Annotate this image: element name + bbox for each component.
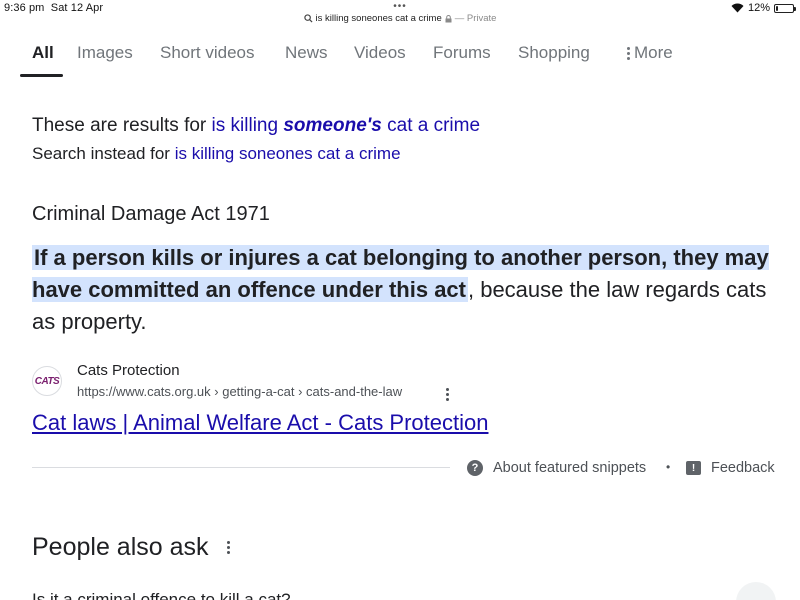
more-dots-icon[interactable]: •••: [0, 2, 800, 12]
battery-percent: 12%: [747, 2, 770, 14]
more-vert-icon: [627, 46, 630, 60]
status-bar: 9:36 pm Sat 12 Apr ••• is killing soneon…: [0, 0, 800, 30]
chevron-down-icon[interactable]: [736, 582, 776, 600]
tab-all[interactable]: All: [32, 43, 54, 63]
search-instead: Search instead for is killing soneones c…: [32, 144, 401, 164]
paa-menu-icon[interactable]: [226, 541, 230, 554]
result-title-link[interactable]: Cat laws | Animal Welfare Act - Cats Pro…: [32, 410, 488, 436]
tab-short-videos[interactable]: Short videos: [160, 43, 255, 63]
search-instead-prefix: Search instead for: [32, 144, 170, 163]
paa-question[interactable]: Is it a criminal offence to kill a cat?: [32, 590, 291, 600]
tab-more-label: More: [634, 43, 673, 62]
lock-icon: [445, 14, 452, 22]
people-also-ask-heading: People also ask: [32, 533, 230, 562]
corrected-query-link[interactable]: is killing someone's cat a crime: [212, 115, 481, 136]
correction-prefix: These are results for: [32, 115, 207, 136]
search-icon: [303, 14, 313, 23]
search-tabs: All Images Short videos News Videos Foru…: [0, 40, 800, 78]
source-url: https://www.cats.org.uk › getting-a-cat …: [77, 384, 403, 399]
tab-news[interactable]: News: [285, 43, 328, 63]
active-tab-indicator: [20, 74, 63, 77]
tab-videos[interactable]: Videos: [354, 43, 406, 63]
battery-level: [776, 5, 778, 11]
spelling-correction: These are results for is killing someone…: [32, 115, 480, 137]
feedback-label: Feedback: [711, 460, 775, 476]
paa-title: People also ask: [32, 533, 209, 561]
result-menu-icon[interactable]: [446, 388, 449, 401]
help-icon: ?: [467, 460, 483, 476]
tab-forums[interactable]: Forums: [433, 43, 491, 63]
address-bar[interactable]: is killing soneones cat a crime — Privat…: [303, 13, 497, 24]
about-featured-snippets[interactable]: ? About featured snippets: [467, 460, 646, 476]
cats-protection-logo: CATS: [32, 366, 62, 396]
about-label: About featured snippets: [493, 460, 647, 476]
battery-icon: [774, 3, 796, 13]
tab-images[interactable]: Images: [77, 43, 133, 63]
address-bar-text: is killing soneones cat a crime: [315, 13, 442, 24]
wifi-icon: [731, 3, 744, 13]
original-query-link[interactable]: is killing soneones cat a crime: [175, 144, 401, 163]
divider: [32, 467, 450, 468]
source-name: Cats Protection: [77, 362, 180, 379]
footer-separator: •: [666, 460, 671, 474]
snippet-text: If a person kills or injures a cat belon…: [32, 242, 780, 338]
private-label: — Private: [454, 13, 497, 24]
tab-shopping[interactable]: Shopping: [518, 43, 590, 63]
snippet-heading: Criminal Damage Act 1971: [32, 203, 270, 225]
snippet-source[interactable]: CATS Cats Protection https://www.cats.or…: [32, 362, 472, 404]
feedback-button[interactable]: ! Feedback: [686, 460, 775, 476]
feedback-icon: !: [686, 461, 701, 475]
tab-more[interactable]: More: [627, 43, 673, 63]
